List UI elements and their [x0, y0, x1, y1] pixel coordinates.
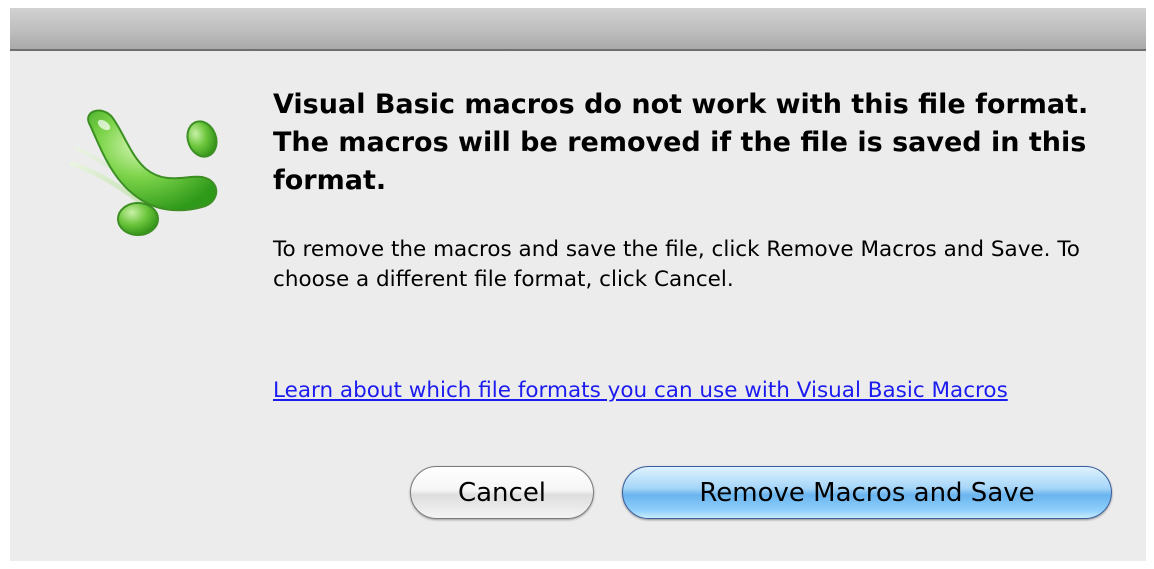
dialog-headline: Visual Basic macros do not work with thi…	[273, 89, 1089, 196]
help-link[interactable]: Learn about which file formats you can u…	[273, 376, 1073, 406]
macro-warning-dialog: Visual Basic macros do not work with thi…	[10, 8, 1146, 561]
excel-icon	[62, 103, 230, 243]
dialog-titlebar[interactable]	[10, 8, 1146, 51]
dialog-message: To remove the macros and save the file, …	[273, 237, 1080, 292]
remove-macros-and-save-button[interactable]: Remove Macros and Save	[622, 466, 1112, 519]
cancel-button[interactable]: Cancel	[410, 466, 594, 519]
